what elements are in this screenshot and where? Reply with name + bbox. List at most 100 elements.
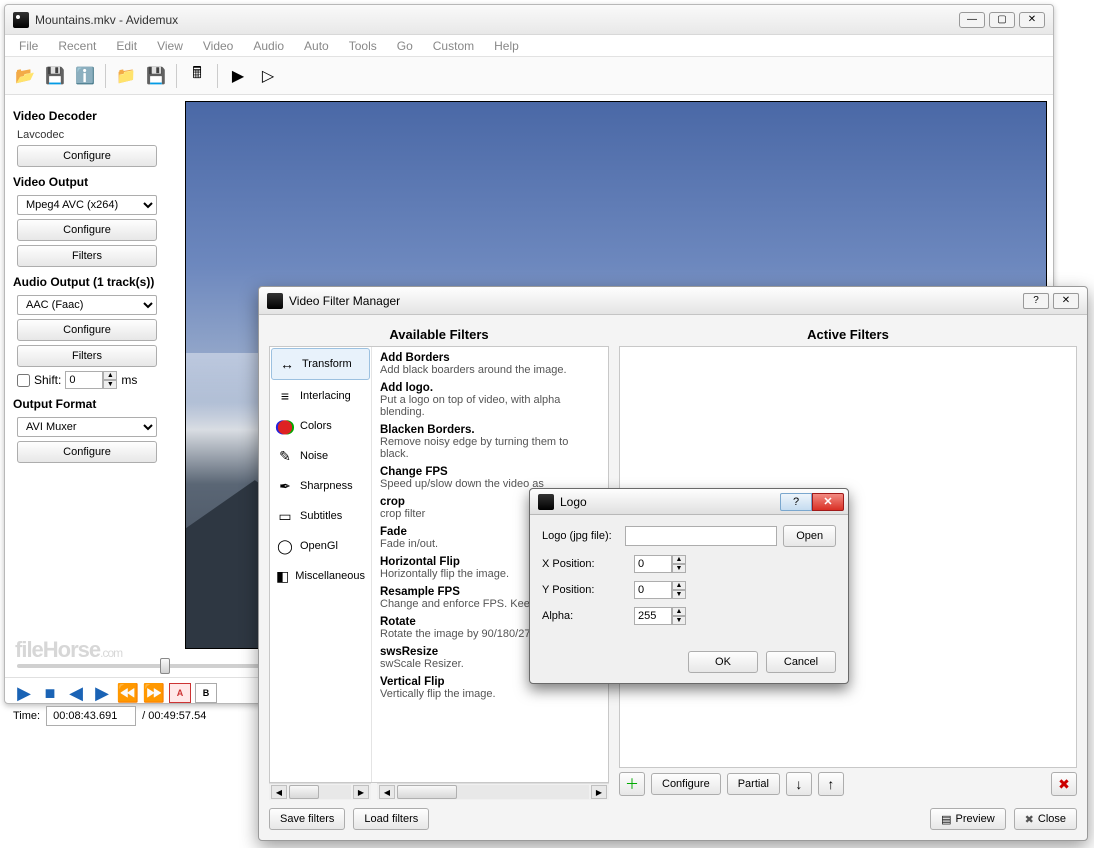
logo-help-button[interactable]: ?	[780, 493, 812, 511]
open-icon[interactable]: 📂	[11, 62, 39, 90]
stop-button-icon[interactable]: ■	[39, 682, 61, 704]
shift-spinner[interactable]: ▲▼	[65, 371, 117, 389]
menu-tools[interactable]: Tools	[339, 37, 387, 55]
filter-manager-titlebar[interactable]: Video Filter Manager ? ✕	[259, 287, 1087, 315]
prev-frame-icon[interactable]: ◀	[65, 682, 87, 704]
menu-auto[interactable]: Auto	[294, 37, 339, 55]
preview-button[interactable]: ▤Preview	[930, 808, 1006, 830]
play-filtered-icon[interactable]: ▶	[224, 62, 252, 90]
category-colors[interactable]: ⬤Colors	[270, 411, 371, 441]
menu-audio[interactable]: Audio	[243, 37, 294, 55]
category-miscellaneous[interactable]: ◧Miscellaneous	[270, 561, 371, 591]
spin-down-icon[interactable]: ▼	[672, 590, 686, 599]
spin-down-icon[interactable]: ▼	[672, 616, 686, 625]
main-titlebar[interactable]: Mountains.mkv - Avidemux — ▢ ✕	[5, 5, 1053, 35]
alpha-spinner[interactable]: ▲▼	[634, 607, 686, 625]
menu-edit[interactable]: Edit	[106, 37, 147, 55]
menu-custom[interactable]: Custom	[423, 37, 484, 55]
menu-file[interactable]: File	[9, 37, 48, 55]
logo-file-field[interactable]	[625, 526, 777, 546]
filter-scrollbar[interactable]: ◀▶	[377, 783, 609, 800]
marker-a-button[interactable]: A	[169, 683, 191, 703]
category-opengl[interactable]: ◯OpenGl	[270, 531, 371, 561]
play-icon[interactable]: ▷	[254, 62, 282, 90]
shift-value[interactable]	[65, 371, 103, 389]
video-output-configure-button[interactable]: Configure	[17, 219, 157, 241]
scroll-left-icon[interactable]: ◀	[379, 785, 395, 799]
add-filter-icon[interactable]: ＋	[619, 772, 645, 796]
category-sharpness[interactable]: ✒Sharpness	[270, 471, 371, 501]
filter-item[interactable]: Add BordersAdd black boarders around the…	[372, 349, 608, 379]
filter-desc: Horizontally flip the image.	[380, 568, 509, 580]
x-position-spinner[interactable]: ▲▼	[634, 555, 686, 573]
menu-video[interactable]: Video	[193, 37, 243, 55]
decoder-configure-button[interactable]: Configure	[17, 145, 157, 167]
help-button[interactable]: ?	[1023, 293, 1049, 309]
category-noise[interactable]: ✎Noise	[270, 441, 371, 471]
audio-output-configure-button[interactable]: Configure	[17, 319, 157, 341]
y-position-spinner[interactable]: ▲▼	[634, 581, 686, 599]
y-position-field[interactable]	[634, 581, 672, 599]
category-scrollbar[interactable]: ◀▶	[269, 783, 371, 800]
forward-icon[interactable]: ⏩	[143, 682, 165, 704]
opengl-icon: ◯	[276, 537, 294, 555]
save-filters-button[interactable]: Save filters	[269, 808, 345, 830]
next-frame-icon[interactable]: ▶	[91, 682, 113, 704]
video-output-select[interactable]: Mpeg4 AVC (x264)	[17, 195, 157, 215]
audio-output-filters-button[interactable]: Filters	[17, 345, 157, 367]
open-file-button[interactable]: Open	[783, 525, 836, 547]
info-icon[interactable]: ℹ️	[71, 62, 99, 90]
x-position-field[interactable]	[634, 555, 672, 573]
ok-button[interactable]: OK	[688, 651, 758, 673]
marker-b-button[interactable]: B	[195, 683, 217, 703]
rewind-icon[interactable]: ⏪	[117, 682, 139, 704]
menu-go[interactable]: Go	[387, 37, 423, 55]
time-current-field[interactable]	[46, 706, 136, 726]
shift-checkbox[interactable]	[17, 374, 30, 387]
partial-filter-button[interactable]: Partial	[727, 773, 780, 795]
shift-down-icon[interactable]: ▼	[103, 380, 117, 389]
miscellaneous-icon: ◧	[276, 567, 289, 585]
calculator-icon[interactable]: 🖩	[183, 62, 211, 90]
output-format-select[interactable]: AVI Muxer	[17, 417, 157, 437]
spin-up-icon[interactable]: ▲	[672, 555, 686, 564]
filter-desc: Speed up/slow down the video as	[380, 478, 544, 490]
logo-dialog-titlebar[interactable]: Logo ? ✕	[530, 489, 848, 515]
logo-close-button[interactable]: ✕	[812, 493, 844, 511]
maximize-button[interactable]: ▢	[989, 12, 1015, 28]
spin-up-icon[interactable]: ▲	[672, 581, 686, 590]
cancel-button[interactable]: Cancel	[766, 651, 836, 673]
filter-item[interactable]: Blacken Borders.Remove noisy edge by tur…	[372, 421, 608, 463]
move-up-icon[interactable]: ↑	[818, 772, 844, 796]
category-subtitles[interactable]: ▭Subtitles	[270, 501, 371, 531]
save-project-icon[interactable]: 💾	[142, 62, 170, 90]
video-output-filters-button[interactable]: Filters	[17, 245, 157, 267]
spin-up-icon[interactable]: ▲	[672, 607, 686, 616]
remove-filter-icon[interactable]: ✖	[1051, 772, 1077, 796]
close-dialog-button[interactable]: ✖Close	[1014, 808, 1077, 830]
dialog-close-button[interactable]: ✕	[1053, 293, 1079, 309]
minimize-button[interactable]: —	[959, 12, 985, 28]
configure-filter-button[interactable]: Configure	[651, 773, 721, 795]
filter-item[interactable]: Add logo.Put a logo on top of video, wit…	[372, 379, 608, 421]
category-transform[interactable]: ↔Transform	[271, 348, 370, 380]
menu-recent[interactable]: Recent	[48, 37, 106, 55]
load-run-icon[interactable]: 📁	[112, 62, 140, 90]
shift-up-icon[interactable]: ▲	[103, 371, 117, 380]
spin-down-icon[interactable]: ▼	[672, 564, 686, 573]
menu-view[interactable]: View	[147, 37, 193, 55]
load-filters-button[interactable]: Load filters	[353, 808, 429, 830]
output-format-configure-button[interactable]: Configure	[17, 441, 157, 463]
category-interlacing[interactable]: ≡Interlacing	[270, 381, 371, 411]
scroll-right-icon[interactable]: ▶	[591, 785, 607, 799]
play-button-icon[interactable]: ▶	[13, 682, 35, 704]
save-icon[interactable]: 💾	[41, 62, 69, 90]
close-button[interactable]: ✕	[1019, 12, 1045, 28]
timeline-thumb[interactable]	[160, 658, 170, 674]
move-down-icon[interactable]: ↓	[786, 772, 812, 796]
audio-output-select[interactable]: AAC (Faac)	[17, 295, 157, 315]
menu-help[interactable]: Help	[484, 37, 529, 55]
alpha-field[interactable]	[634, 607, 672, 625]
scroll-right-icon[interactable]: ▶	[353, 785, 369, 799]
scroll-left-icon[interactable]: ◀	[271, 785, 287, 799]
